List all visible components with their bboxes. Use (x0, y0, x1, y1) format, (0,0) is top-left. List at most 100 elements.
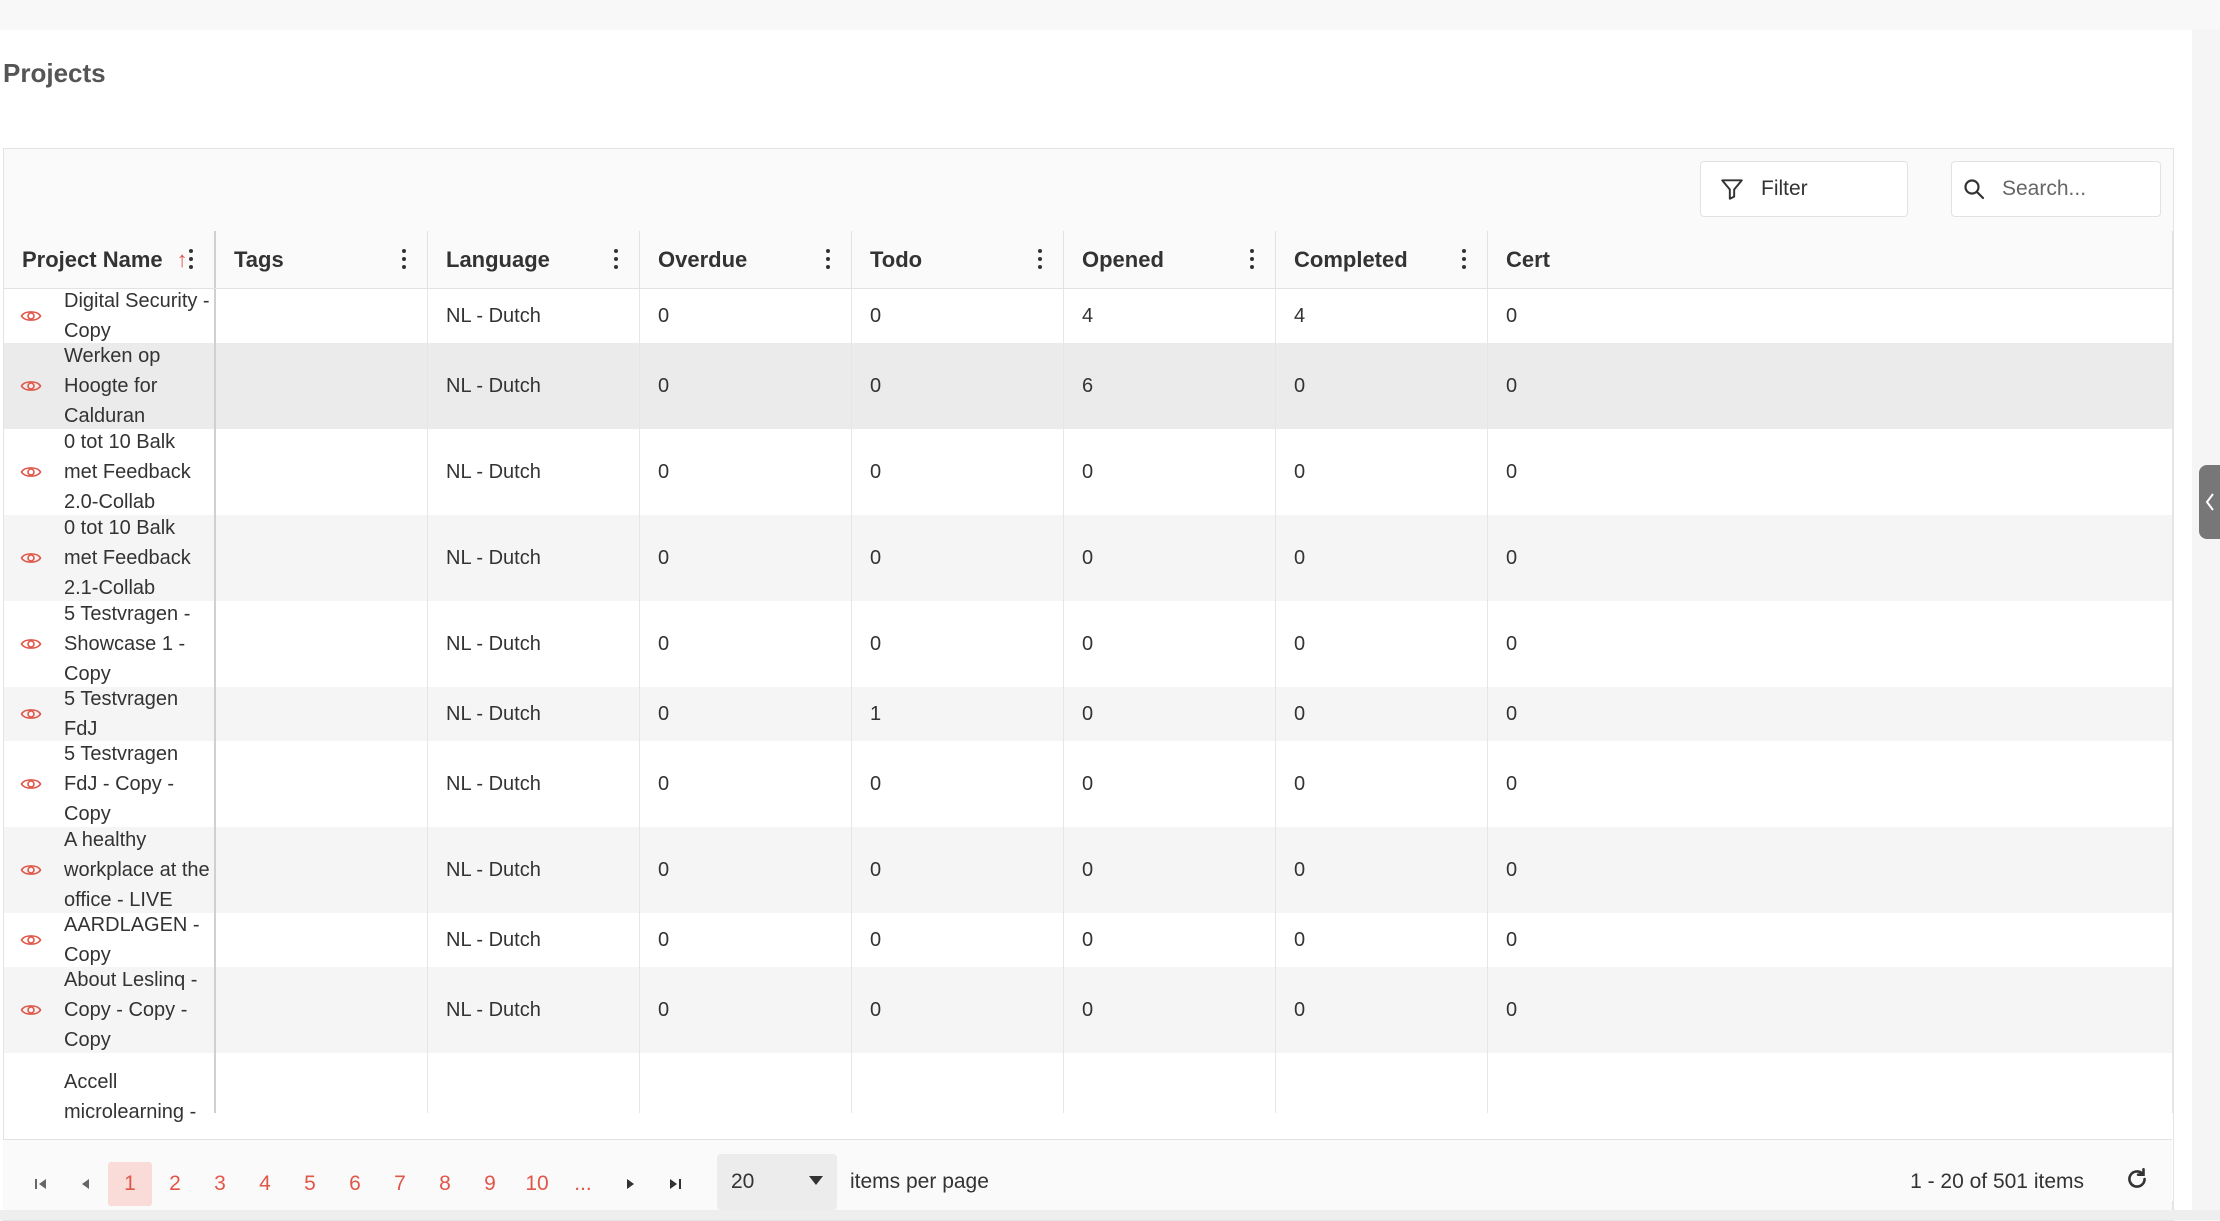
first-page-button[interactable] (21, 1162, 61, 1206)
cell-todo: 1 (852, 687, 1064, 741)
column-menu-icon[interactable] (188, 247, 194, 271)
view-eye-icon[interactable] (20, 861, 42, 879)
cell-text: 0 (1294, 547, 1306, 569)
view-eye-icon[interactable] (20, 931, 42, 949)
view-eye-icon[interactable] (20, 549, 42, 567)
prev-page-button[interactable] (65, 1162, 105, 1206)
last-page-button[interactable] (655, 1162, 695, 1206)
column-menu-icon[interactable] (1249, 247, 1255, 271)
search-box[interactable] (1951, 161, 2161, 217)
cell-text[interactable]: Accell microlearning - (64, 1067, 214, 1127)
column-menu-icon[interactable] (613, 247, 619, 271)
table-row[interactable]: 5 Testvragen - Showcase 1 - Copy NL - Dut… (4, 601, 2173, 687)
view-eye-icon[interactable] (20, 463, 42, 481)
cell-cert: 0 (1488, 343, 2173, 429)
page-button[interactable]: 6 (333, 1162, 377, 1206)
page-button[interactable]: 9 (468, 1162, 512, 1206)
refresh-button[interactable] (2124, 1166, 2150, 1197)
next-page-button[interactable] (611, 1162, 651, 1206)
cell-completed (1276, 1053, 1488, 1113)
page-button[interactable]: 7 (378, 1162, 422, 1206)
cell-text: 0 (1506, 547, 1518, 569)
column-header-label: Opened (1082, 246, 1164, 272)
grid-toolbar: Filter (4, 149, 2173, 232)
cell-text: 0 (870, 547, 882, 569)
table-row[interactable]: 5 Testvragen FdJ NL - Dutch 0 1 0 0 0 (4, 687, 2173, 741)
cell-todo (852, 1053, 1064, 1113)
view-eye-icon[interactable] (20, 635, 42, 653)
side-panel-toggle[interactable] (2199, 465, 2220, 539)
column-header-cert[interactable]: Cert (1488, 231, 2173, 288)
cell-text: 0 (1294, 703, 1306, 725)
cell-text[interactable]: 5 Testvragen FdJ - Copy - Copy (64, 739, 214, 829)
view-eye-icon[interactable] (20, 705, 42, 723)
cell-text[interactable]: Werken op Hoogte for Calduran (64, 341, 214, 431)
cell-todo: 0 (852, 967, 1064, 1053)
cell-todo: 0 (852, 913, 1064, 967)
cell-text[interactable]: Digital Security - Copy (64, 289, 214, 346)
table-row[interactable]: Werken op Hoogte for Calduran NL - Dutch 0… (4, 343, 2173, 429)
page-button[interactable]: 8 (423, 1162, 467, 1206)
page-button[interactable]: 10 (515, 1162, 559, 1206)
page-button[interactable]: 2 (153, 1162, 197, 1206)
cell-overdue: 0 (640, 515, 852, 601)
page-ellipsis-button[interactable]: ... (561, 1162, 605, 1206)
page-button[interactable]: 5 (288, 1162, 332, 1206)
cell-text[interactable]: A healthy workplace at the office - LIVE (64, 825, 214, 915)
filter-icon (1721, 179, 1743, 200)
cell-completed: 0 (1276, 515, 1488, 601)
column-menu-icon[interactable] (401, 247, 407, 271)
column-header-tags[interactable]: Tags (216, 231, 428, 288)
page-size-value: 20 (731, 1170, 755, 1193)
column-header-todo[interactable]: Todo (852, 231, 1064, 288)
table-row[interactable]: Digital Security - Copy NL - Dutch 0 0 4 4 0 (4, 289, 2173, 343)
column-menu-icon[interactable] (825, 247, 831, 271)
cell-text[interactable]: AARDLAGEN - Copy (64, 910, 214, 970)
table-row[interactable]: About Leslinq - Copy - Copy - Copy NL - D… (4, 967, 2173, 1053)
page-size-select[interactable]: 20 (717, 1154, 837, 1210)
column-header-language[interactable]: Language (428, 231, 640, 288)
cell-cert: 0 (1488, 515, 2173, 601)
page-button[interactable]: 3 (198, 1162, 242, 1206)
table-row[interactable]: AARDLAGEN - Copy NL - Dutch 0 0 0 0 0 (4, 913, 2173, 967)
page-button[interactable]: 4 (243, 1162, 287, 1206)
table-row[interactable]: 5 Testvragen FdJ - Copy - Copy NL - Dutch… (4, 741, 2173, 827)
cell-text[interactable]: 5 Testvragen - Showcase 1 - Copy (64, 599, 214, 689)
column-header-project-name[interactable]: Project Name ↑ (4, 231, 216, 288)
cell-name: AARDLAGEN - Copy (4, 913, 216, 967)
cell-text[interactable]: 0 tot 10 Balk met Feedback 2.1-Collab (64, 513, 214, 603)
cell-text: 0 (658, 703, 670, 725)
cell-tags (216, 827, 428, 913)
cell-name: 5 Testvragen FdJ (4, 687, 216, 741)
cell-text: 4 (1082, 305, 1094, 327)
column-header-completed[interactable]: Completed (1276, 231, 1488, 288)
table-row[interactable]: A healthy workplace at the office - LIVE… (4, 827, 2173, 913)
view-eye-icon[interactable] (20, 1001, 42, 1019)
cell-text[interactable]: About Leslinq - Copy - Copy - Copy (64, 965, 214, 1055)
column-header-overdue[interactable]: Overdue (640, 231, 852, 288)
cell-overdue: 0 (640, 967, 852, 1053)
column-menu-icon[interactable] (1461, 247, 1467, 271)
cell-language: NL - Dutch (428, 515, 640, 601)
table-row[interactable]: 0 tot 10 Balk met Feedback 2.0-Collab NL … (4, 429, 2173, 515)
cell-tags (216, 601, 428, 687)
cell-name: Accell microlearning - (4, 1053, 216, 1123)
column-header-opened[interactable]: Opened (1064, 231, 1276, 288)
table-row[interactable]: 0 tot 10 Balk met Feedback 2.1-Collab NL … (4, 515, 2173, 601)
filter-button[interactable]: Filter (1700, 161, 1908, 217)
cell-opened: 0 (1064, 967, 1276, 1053)
cell-text[interactable]: 5 Testvragen FdJ (64, 684, 214, 744)
cell-text: 0 (1082, 633, 1094, 655)
column-menu-icon[interactable] (1037, 247, 1043, 271)
cell-completed: 0 (1276, 741, 1488, 827)
view-eye-icon[interactable] (20, 307, 42, 325)
sort-ascending-icon[interactable]: ↑ (177, 247, 188, 273)
page-button[interactable]: 1 (108, 1162, 152, 1206)
view-eye-icon[interactable] (20, 775, 42, 793)
search-input[interactable] (2000, 176, 2154, 202)
cell-opened: 4 (1064, 289, 1276, 343)
table-row[interactable]: Accell microlearning - (4, 1053, 2173, 1123)
projects-grid: Filter Project Name ↑ Tags Language Overdue T… (3, 148, 2174, 1221)
cell-text[interactable]: 0 tot 10 Balk met Feedback 2.0-Collab (64, 427, 214, 517)
view-eye-icon[interactable] (20, 377, 42, 395)
